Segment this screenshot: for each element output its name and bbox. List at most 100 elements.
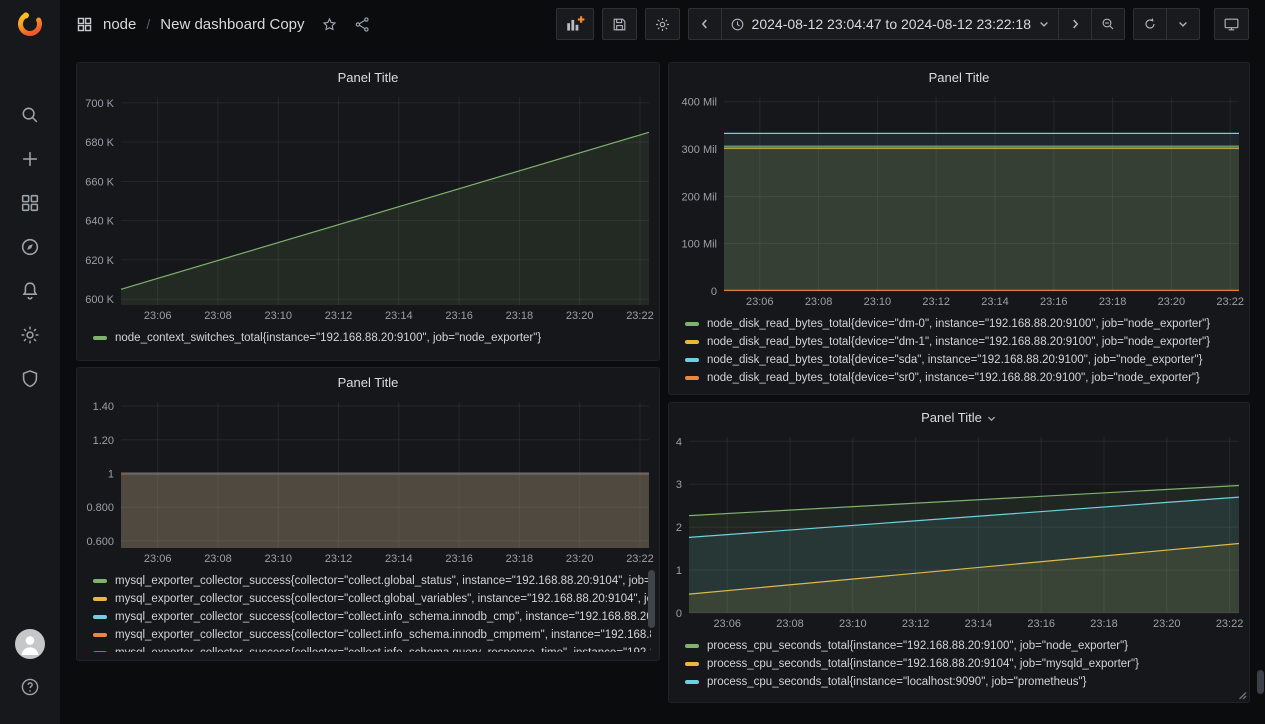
user-avatar[interactable] [15,629,45,659]
panel-title[interactable]: Panel Title [669,63,1249,91]
panel-title[interactable]: Panel Title [77,368,659,396]
legend-label: node_disk_read_bytes_total{device="dm-1"… [707,336,1210,348]
svg-text:23:14: 23:14 [385,310,413,322]
legend-label: mysql_exporter_collector_success{collect… [115,647,651,652]
series-color-marker [93,579,107,583]
page-scrollbar-thumb[interactable] [1257,670,1264,694]
sidebar-menu [15,100,45,394]
panel-disk-read-bytes: Panel Title 0100 Mil200 Mil300 Mil400 Mi… [668,62,1250,395]
time-picker-group: 2024-08-12 23:04:47 to 2024-08-12 23:22:… [688,8,1125,40]
breadcrumb-separator: / [146,16,150,32]
legend-item[interactable]: mysql_exporter_collector_success{collect… [93,590,651,608]
chevron-left-icon [698,17,712,31]
alerting-bell-icon[interactable] [15,276,45,306]
svg-text:600 K: 600 K [85,294,114,306]
svg-text:0.800: 0.800 [86,502,114,514]
series-color-marker [93,597,107,601]
legend-item[interactable]: mysql_exporter_collector_success{collect… [93,626,651,644]
legend-item[interactable]: mysql_exporter_collector_success{collect… [93,572,651,590]
legend-label: process_cpu_seconds_total{instance="192.… [707,658,1139,670]
legend-item[interactable]: process_cpu_seconds_total{instance="192.… [685,637,1241,655]
svg-text:23:20: 23:20 [566,553,594,565]
svg-text:23:14: 23:14 [981,296,1009,308]
legend-label: node_disk_read_bytes_total{device="sr0",… [707,372,1200,384]
configuration-gear-icon[interactable] [15,320,45,350]
svg-text:1: 1 [108,468,114,480]
plus-create-icon[interactable] [15,144,45,174]
series-color-marker [685,680,699,684]
series-color-marker [685,376,699,380]
series-color-marker [685,644,699,648]
tv-display-icon [1223,16,1240,33]
svg-text:23:16: 23:16 [1027,618,1055,630]
star-icon[interactable] [321,16,338,33]
timeseries-chart[interactable]: 0123423:0623:0823:1023:1223:1423:1623:18… [669,431,1249,631]
timeseries-chart[interactable]: 0100 Mil200 Mil300 Mil400 Mil23:0623:082… [669,91,1249,309]
time-range-forward-button[interactable] [1058,8,1092,40]
timeseries-chart[interactable]: 600 K620 K640 K660 K680 K700 K23:0623:08… [77,91,659,323]
svg-text:23:12: 23:12 [922,296,950,308]
grafana-logo[interactable] [0,0,60,48]
time-zoom-out-button[interactable] [1091,8,1125,40]
svg-text:4: 4 [676,436,682,448]
svg-text:23:12: 23:12 [902,618,930,630]
legend-scrollbar-thumb[interactable] [648,570,655,628]
timeseries-chart[interactable]: 0.6000.80011.201.4023:0623:0823:1023:122… [77,396,659,566]
search-icon[interactable] [15,100,45,130]
svg-text:23:12: 23:12 [325,310,353,322]
svg-text:23:22: 23:22 [1216,296,1244,308]
time-range-back-button[interactable] [688,8,722,40]
svg-text:23:08: 23:08 [204,310,232,322]
panel-process-cpu-seconds: Panel Title 0123423:0623:0823:1023:1223:… [668,402,1250,703]
refresh-interval-dropdown[interactable] [1166,8,1200,40]
add-panel-button[interactable] [556,8,594,40]
series-color-marker [685,358,699,362]
panel-resize-handle[interactable] [1237,690,1247,700]
time-range-text: 2024-08-12 23:04:47 to 2024-08-12 23:22:… [752,16,1031,32]
sidebar [0,0,60,724]
legend-item[interactable]: mysql_exporter_collector_success{collect… [93,608,651,626]
panel-title[interactable]: Panel Title [669,403,1249,431]
legend-item[interactable]: node_context_switches_total{instance="19… [93,329,651,347]
share-icon[interactable] [354,16,371,33]
legend-label: node_disk_read_bytes_total{device="dm-0"… [707,318,1210,330]
legend-item[interactable]: node_disk_read_bytes_total{device="dm-0"… [685,315,1241,333]
dashboard-title[interactable]: New dashboard Copy [160,16,304,33]
magnifier-minus-icon [1100,16,1116,32]
svg-text:23:20: 23:20 [566,310,594,322]
svg-text:23:16: 23:16 [445,310,473,322]
dashboard-settings-button[interactable] [645,8,680,40]
help-question-icon[interactable] [15,672,45,702]
refresh-button[interactable] [1133,8,1167,40]
series-color-marker [93,633,107,637]
server-admin-shield-icon[interactable] [15,364,45,394]
svg-text:400 Mil: 400 Mil [682,97,717,109]
legend-label: node_context_switches_total{instance="19… [115,332,541,344]
chevron-down-icon [1177,18,1189,30]
legend-item[interactable]: node_disk_read_bytes_total{device="sda",… [685,351,1241,369]
series-color-marker [93,651,107,652]
save-dashboard-button[interactable] [602,8,637,40]
series-color-marker [685,322,699,326]
svg-text:660 K: 660 K [85,176,114,188]
panel-title[interactable]: Panel Title [77,63,659,91]
dashboards-grid-icon[interactable] [15,188,45,218]
legend-item[interactable]: node_disk_read_bytes_total{device="sr0",… [685,369,1241,387]
legend-item[interactable]: node_disk_read_bytes_total{device="dm-1"… [685,333,1241,351]
apps-grid-icon[interactable] [76,16,93,33]
breadcrumb-folder[interactable]: node [103,16,136,33]
svg-text:700 K: 700 K [85,98,114,110]
explore-compass-icon[interactable] [15,232,45,262]
legend-item[interactable]: process_cpu_seconds_total{instance="loca… [685,673,1241,691]
time-range-picker[interactable]: 2024-08-12 23:04:47 to 2024-08-12 23:22:… [721,8,1059,40]
legend-item[interactable]: mysql_exporter_collector_success{collect… [93,644,651,652]
sidebar-bottom [15,629,45,724]
svg-text:23:06: 23:06 [144,553,172,565]
svg-text:3: 3 [676,479,682,491]
series-color-marker [685,662,699,666]
svg-text:1.40: 1.40 [93,401,114,413]
legend-label: node_disk_read_bytes_total{device="sda",… [707,354,1202,366]
dashboard-grid: Panel Title 600 K620 K640 K660 K680 K700… [60,48,1265,724]
legend-item[interactable]: process_cpu_seconds_total{instance="192.… [685,655,1241,673]
cycle-view-mode-button[interactable] [1214,8,1249,40]
